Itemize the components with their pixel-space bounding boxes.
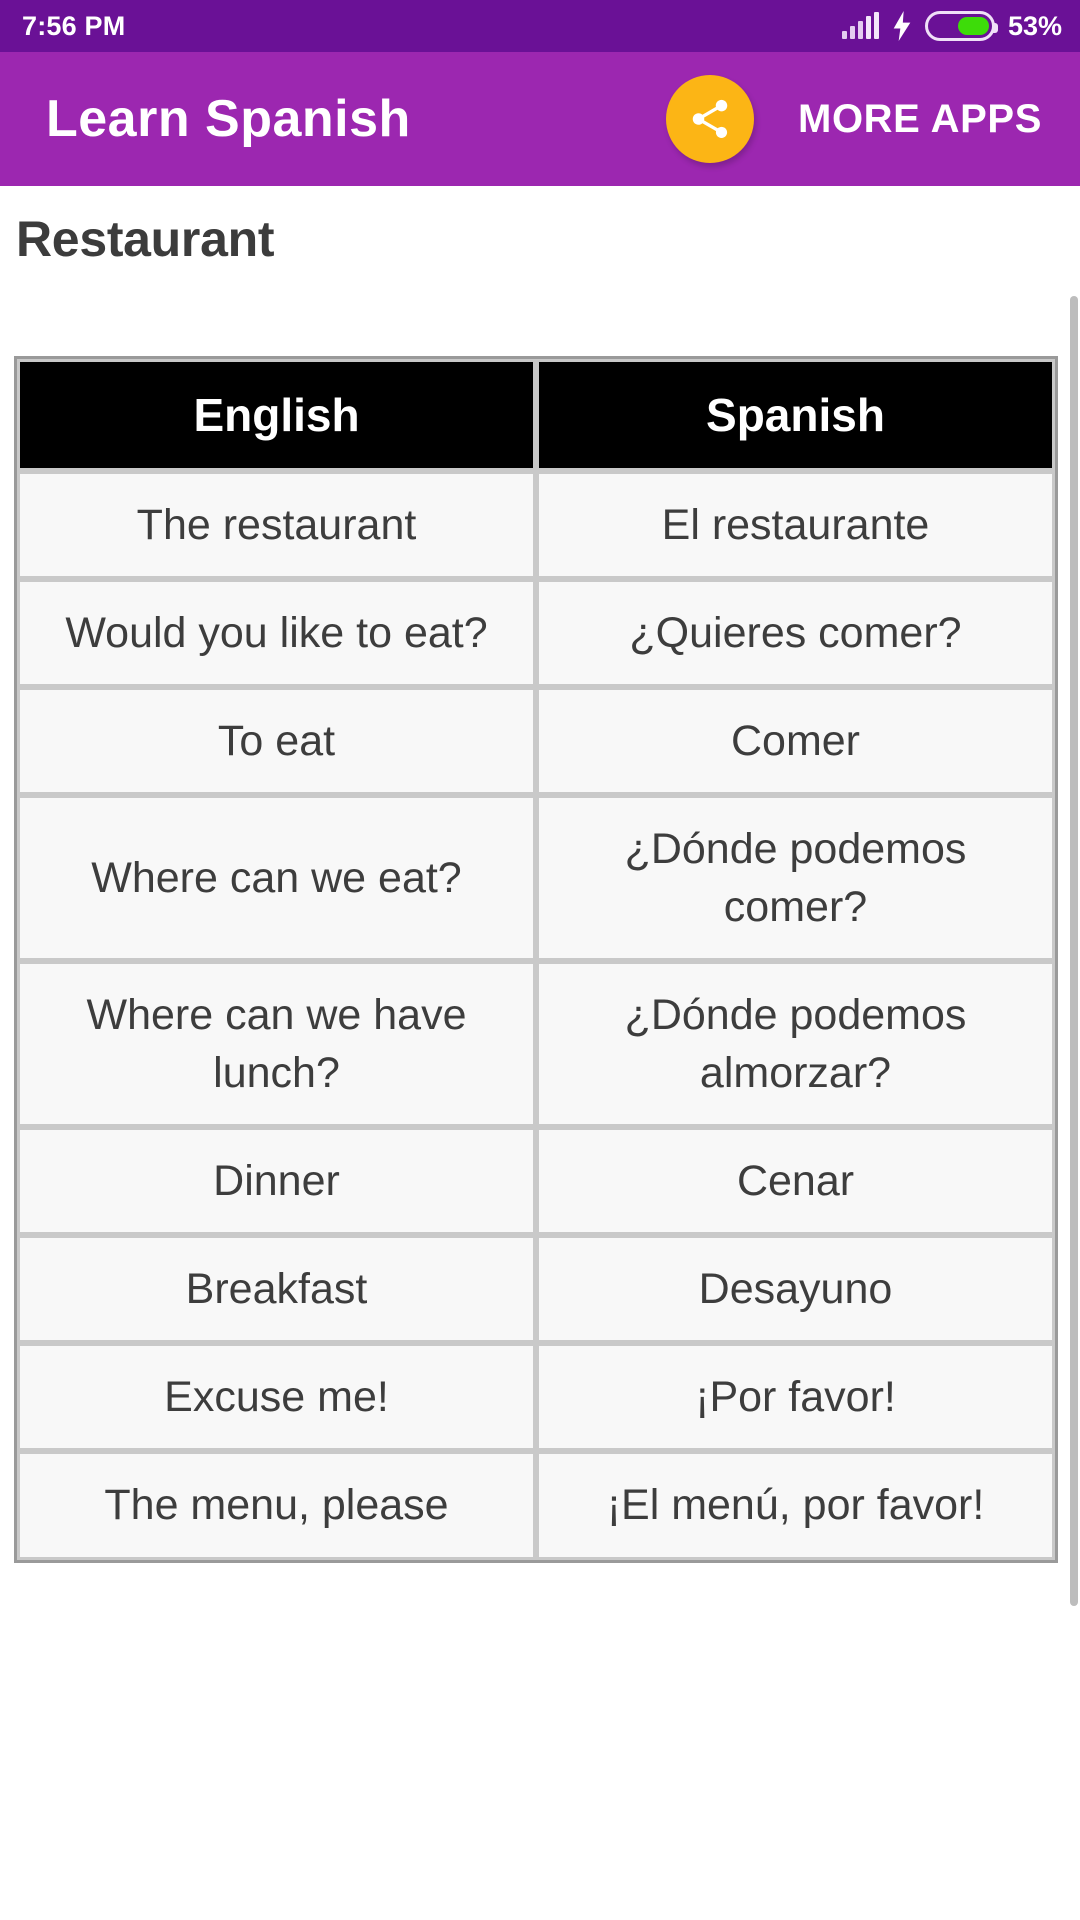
scrollbar-thumb[interactable]: [1070, 296, 1078, 1606]
cell-english: Breakfast: [17, 1235, 536, 1344]
cell-spanish: ¡Por favor!: [536, 1343, 1055, 1452]
table-row[interactable]: Where can we eat? ¿Dónde podemos comer?: [17, 795, 1055, 962]
phrase-table: English Spanish The restaurant El restaur…: [14, 356, 1058, 1563]
table-header-row: English Spanish: [17, 359, 1055, 471]
status-bar: 7:56 PM 53%: [0, 0, 1080, 52]
cell-spanish: ¿Quieres comer?: [536, 579, 1055, 688]
lightning-bolt-icon: [892, 11, 912, 41]
signal-bars-icon: [841, 12, 879, 39]
table-row[interactable]: Dinner Cenar: [17, 1127, 1055, 1236]
cell-spanish: ¡El menú, por favor!: [536, 1451, 1055, 1560]
page-title: Restaurant: [16, 211, 275, 267]
cell-spanish: El restaurante: [536, 471, 1055, 580]
table-row[interactable]: Would you like to eat? ¿Quieres comer?: [17, 579, 1055, 688]
app-title: Learn Spanish: [46, 90, 411, 148]
share-icon: [692, 99, 728, 139]
status-bar-time: 7:56 PM: [22, 10, 126, 41]
cell-english: Where can we have lunch?: [17, 961, 536, 1128]
column-header-spanish: Spanish: [536, 359, 1055, 471]
cell-english: Dinner: [17, 1127, 536, 1236]
app-bar: Learn Spanish MORE APPS: [0, 52, 1080, 186]
more-apps-button[interactable]: MORE APPS: [798, 97, 1042, 142]
cell-spanish: ¿Dónde podemos almorzar?: [536, 961, 1055, 1128]
vertical-scrollbar[interactable]: [1070, 186, 1080, 1920]
cell-english: The restaurant: [17, 471, 536, 580]
table-row[interactable]: To eat Comer: [17, 687, 1055, 796]
app-screen: 7:56 PM 53% Learn Spanish MORE APPS Rest…: [0, 0, 1080, 1920]
status-bar-indicators: 53%: [841, 10, 1062, 42]
app-bar-actions: MORE APPS: [666, 75, 1052, 163]
share-button[interactable]: [666, 75, 755, 163]
table-row[interactable]: Breakfast Desayuno: [17, 1235, 1055, 1344]
cell-english: Where can we eat?: [17, 795, 536, 962]
cell-english: To eat: [17, 687, 536, 796]
phrase-table-body: The restaurant El restaurante Would you li…: [17, 471, 1055, 1560]
table-row[interactable]: Where can we have lunch? ¿Dónde podemos a…: [17, 961, 1055, 1128]
column-header-english: English: [17, 359, 536, 471]
battery-fill: [958, 17, 989, 35]
table-row[interactable]: The menu, please ¡El menú, por favor!: [17, 1451, 1055, 1560]
cell-english: The menu, please: [17, 1451, 536, 1560]
table-row[interactable]: Excuse me! ¡Por favor!: [17, 1343, 1055, 1452]
table-row[interactable]: The restaurant El restaurante: [17, 471, 1055, 580]
battery-percent-label: 53%: [1007, 10, 1062, 41]
phrase-table-container: English Spanish The restaurant El restaur…: [14, 356, 1066, 1563]
cell-english: Excuse me!: [17, 1343, 536, 1452]
cell-english: Would you like to eat?: [17, 579, 536, 688]
cell-spanish: Desayuno: [536, 1235, 1055, 1344]
cell-spanish: Cenar: [536, 1127, 1055, 1236]
battery-icon: [924, 11, 998, 41]
phrase-table-head: English Spanish: [17, 359, 1055, 471]
cell-spanish: Comer: [536, 687, 1055, 796]
content-area: Restaurant English Spanish The restauran…: [0, 186, 1080, 1920]
cell-spanish: ¿Dónde podemos comer?: [536, 795, 1055, 962]
